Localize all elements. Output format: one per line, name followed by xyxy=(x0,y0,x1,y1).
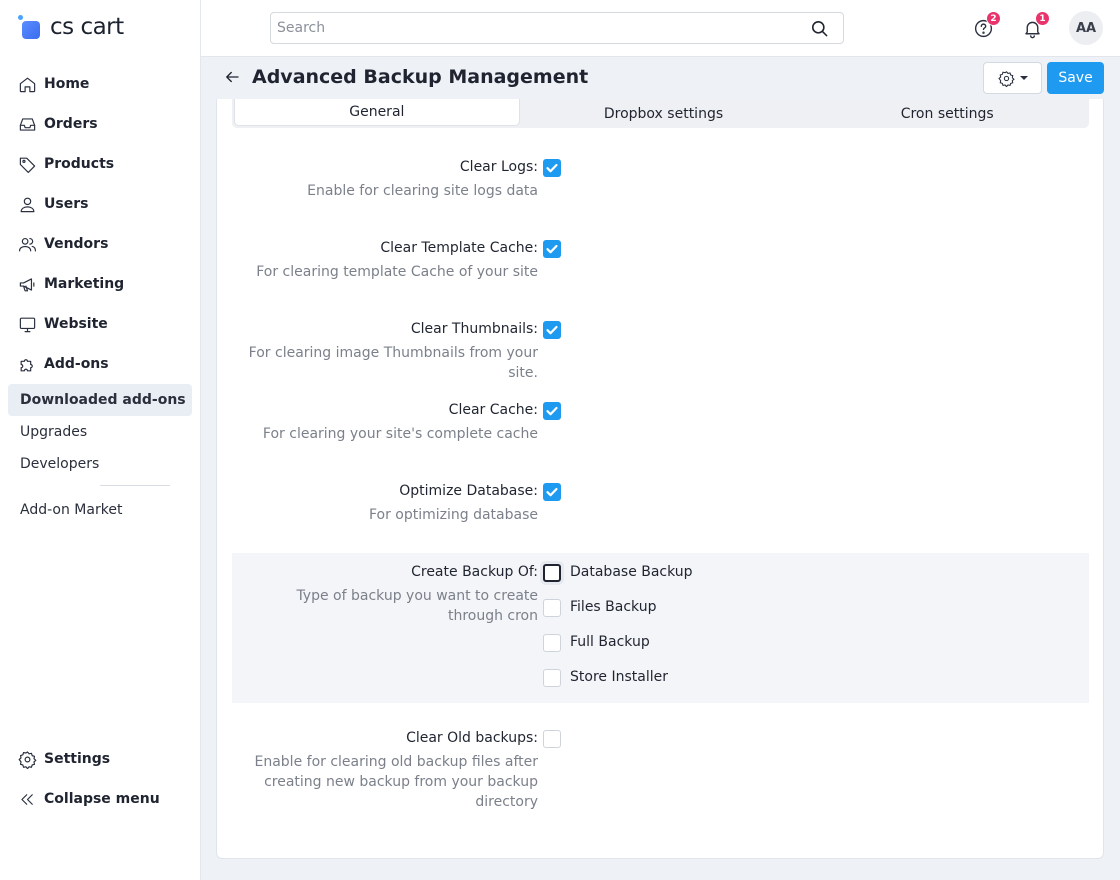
double-chevron-left-icon xyxy=(17,789,37,809)
tab-general[interactable]: General xyxy=(234,99,520,126)
store-installer-label[interactable]: Store Installer xyxy=(570,669,668,685)
clear-thumbnails-checkbox[interactable] xyxy=(543,321,561,339)
field-label: Create Backup Of: xyxy=(411,564,538,580)
puzzle-icon xyxy=(17,354,37,374)
tab-cron-settings[interactable]: Cron settings xyxy=(805,99,1089,128)
sidebar-subitem-downloaded-addons[interactable]: Downloaded add-ons xyxy=(8,384,192,416)
gear-icon xyxy=(17,749,37,769)
main-nav: Home Orders Products Users Vendors Marke… xyxy=(0,64,200,384)
avatar[interactable]: AA xyxy=(1069,11,1103,45)
field-label: Clear Thumbnails: xyxy=(410,321,538,337)
sidebar-item-label: Collapse menu xyxy=(44,791,160,807)
settings-dropdown-button[interactable] xyxy=(983,62,1042,94)
field-label: Clear Template Cache: xyxy=(380,240,538,256)
clear-template-cache-checkbox[interactable] xyxy=(543,240,561,258)
collapse-menu-button[interactable]: Collapse menu xyxy=(0,779,200,819)
page-header: Advanced Backup Management Save xyxy=(201,57,1120,99)
tab-bar: General Dropbox settings Cron settings xyxy=(232,99,1089,128)
help-button[interactable]: 2 xyxy=(971,11,1001,40)
field-description: For clearing image Thumbnails from your … xyxy=(248,345,538,381)
files-backup-label[interactable]: Files Backup xyxy=(570,599,657,615)
sidebar-item-addons[interactable]: Add-ons xyxy=(0,344,200,384)
field-description: For optimizing database xyxy=(368,507,538,523)
notifications-badge: 1 xyxy=(1035,11,1050,26)
database-backup-label[interactable]: Database Backup xyxy=(570,564,693,580)
inbox-icon xyxy=(17,114,37,134)
subnav-divider xyxy=(100,485,170,486)
clear-logs-checkbox[interactable] xyxy=(543,159,561,177)
sidebar-item-home[interactable]: Home xyxy=(0,64,200,104)
back-arrow-icon[interactable] xyxy=(223,68,243,88)
search-input[interactable] xyxy=(271,13,803,43)
sidebar-subitem-addon-market[interactable]: Add-on Market xyxy=(8,494,192,526)
search-box xyxy=(270,12,844,44)
sidebar-subitem-developers[interactable]: Developers xyxy=(8,448,192,480)
field-description: Enable for clearing old backup files aft… xyxy=(254,754,539,810)
sidebar-item-products[interactable]: Products xyxy=(0,144,200,184)
files-backup-checkbox[interactable] xyxy=(543,599,561,617)
sidebar-item-label: Website xyxy=(44,316,108,332)
sidebar-subitem-upgrades[interactable]: Upgrades xyxy=(8,416,192,448)
home-icon xyxy=(17,74,37,94)
megaphone-icon xyxy=(17,274,37,294)
sidebar-item-users[interactable]: Users xyxy=(0,184,200,224)
sidebar-item-label: Products xyxy=(44,156,115,172)
clear-cache-checkbox[interactable] xyxy=(543,402,561,420)
optimize-database-checkbox[interactable] xyxy=(543,483,561,501)
monitor-icon xyxy=(17,314,37,334)
sidebar-item-label: Vendors xyxy=(44,236,109,252)
sidebar-item-label: Add-ons xyxy=(44,356,109,372)
sidebar-item-settings[interactable]: Settings xyxy=(0,739,200,779)
sidebar-item-vendors[interactable]: Vendors xyxy=(0,224,200,264)
store-installer-checkbox[interactable] xyxy=(543,669,561,687)
save-button[interactable]: Save xyxy=(1047,62,1104,94)
tab-dropbox-settings[interactable]: Dropbox settings xyxy=(522,99,806,128)
sidebar-item-label: Settings xyxy=(44,751,111,767)
field-description: For clearing template Cache of your site xyxy=(256,264,538,280)
field-description: Enable for clearing site logs data xyxy=(307,183,538,199)
sidebar-item-label: Users xyxy=(44,196,89,212)
sidebar-item-label: Home xyxy=(44,76,90,92)
logo-text: cs cart xyxy=(50,14,124,40)
caret-down-icon xyxy=(1019,76,1028,80)
field-description: Type of backup you want to create throug… xyxy=(296,588,538,624)
clear-old-backups-checkbox[interactable] xyxy=(543,730,561,748)
sidebar-item-label: Orders xyxy=(44,116,98,132)
full-backup-label[interactable]: Full Backup xyxy=(570,634,650,650)
user-icon xyxy=(17,194,37,214)
search-icon[interactable] xyxy=(803,13,835,43)
logo-icon xyxy=(18,15,42,39)
full-backup-checkbox[interactable] xyxy=(543,634,561,652)
help-badge: 2 xyxy=(986,11,1001,26)
page-title: Advanced Backup Management xyxy=(252,66,589,88)
field-label: Clear Old backups: xyxy=(406,730,538,746)
settings-card: General Dropbox settings Cron settings C… xyxy=(216,99,1104,859)
topbar: 2 1 AA xyxy=(201,0,1120,57)
logo[interactable]: cs cart xyxy=(18,12,124,42)
sidebar-item-orders[interactable]: Orders xyxy=(0,104,200,144)
sidebar-item-marketing[interactable]: Marketing xyxy=(0,264,200,304)
sidebar-item-website[interactable]: Website xyxy=(0,304,200,344)
addons-subnav: Downloaded add-ons Upgrades Developers A… xyxy=(8,384,192,526)
field-description: For clearing your site's complete cache xyxy=(262,426,538,442)
database-backup-checkbox[interactable] xyxy=(543,564,561,582)
field-label: Clear Cache: xyxy=(448,402,538,418)
notifications-button[interactable]: 1 xyxy=(1020,11,1050,40)
sidebar-item-label: Marketing xyxy=(44,276,125,292)
tag-icon xyxy=(17,154,37,174)
sidebar: cs cart Home Orders Products Users Vendo… xyxy=(0,0,201,880)
bottom-nav: Settings Collapse menu xyxy=(0,739,200,819)
field-label: Optimize Database: xyxy=(399,483,538,499)
users-icon xyxy=(17,234,37,254)
gear-icon xyxy=(997,70,1015,87)
field-label: Clear Logs: xyxy=(459,159,538,175)
